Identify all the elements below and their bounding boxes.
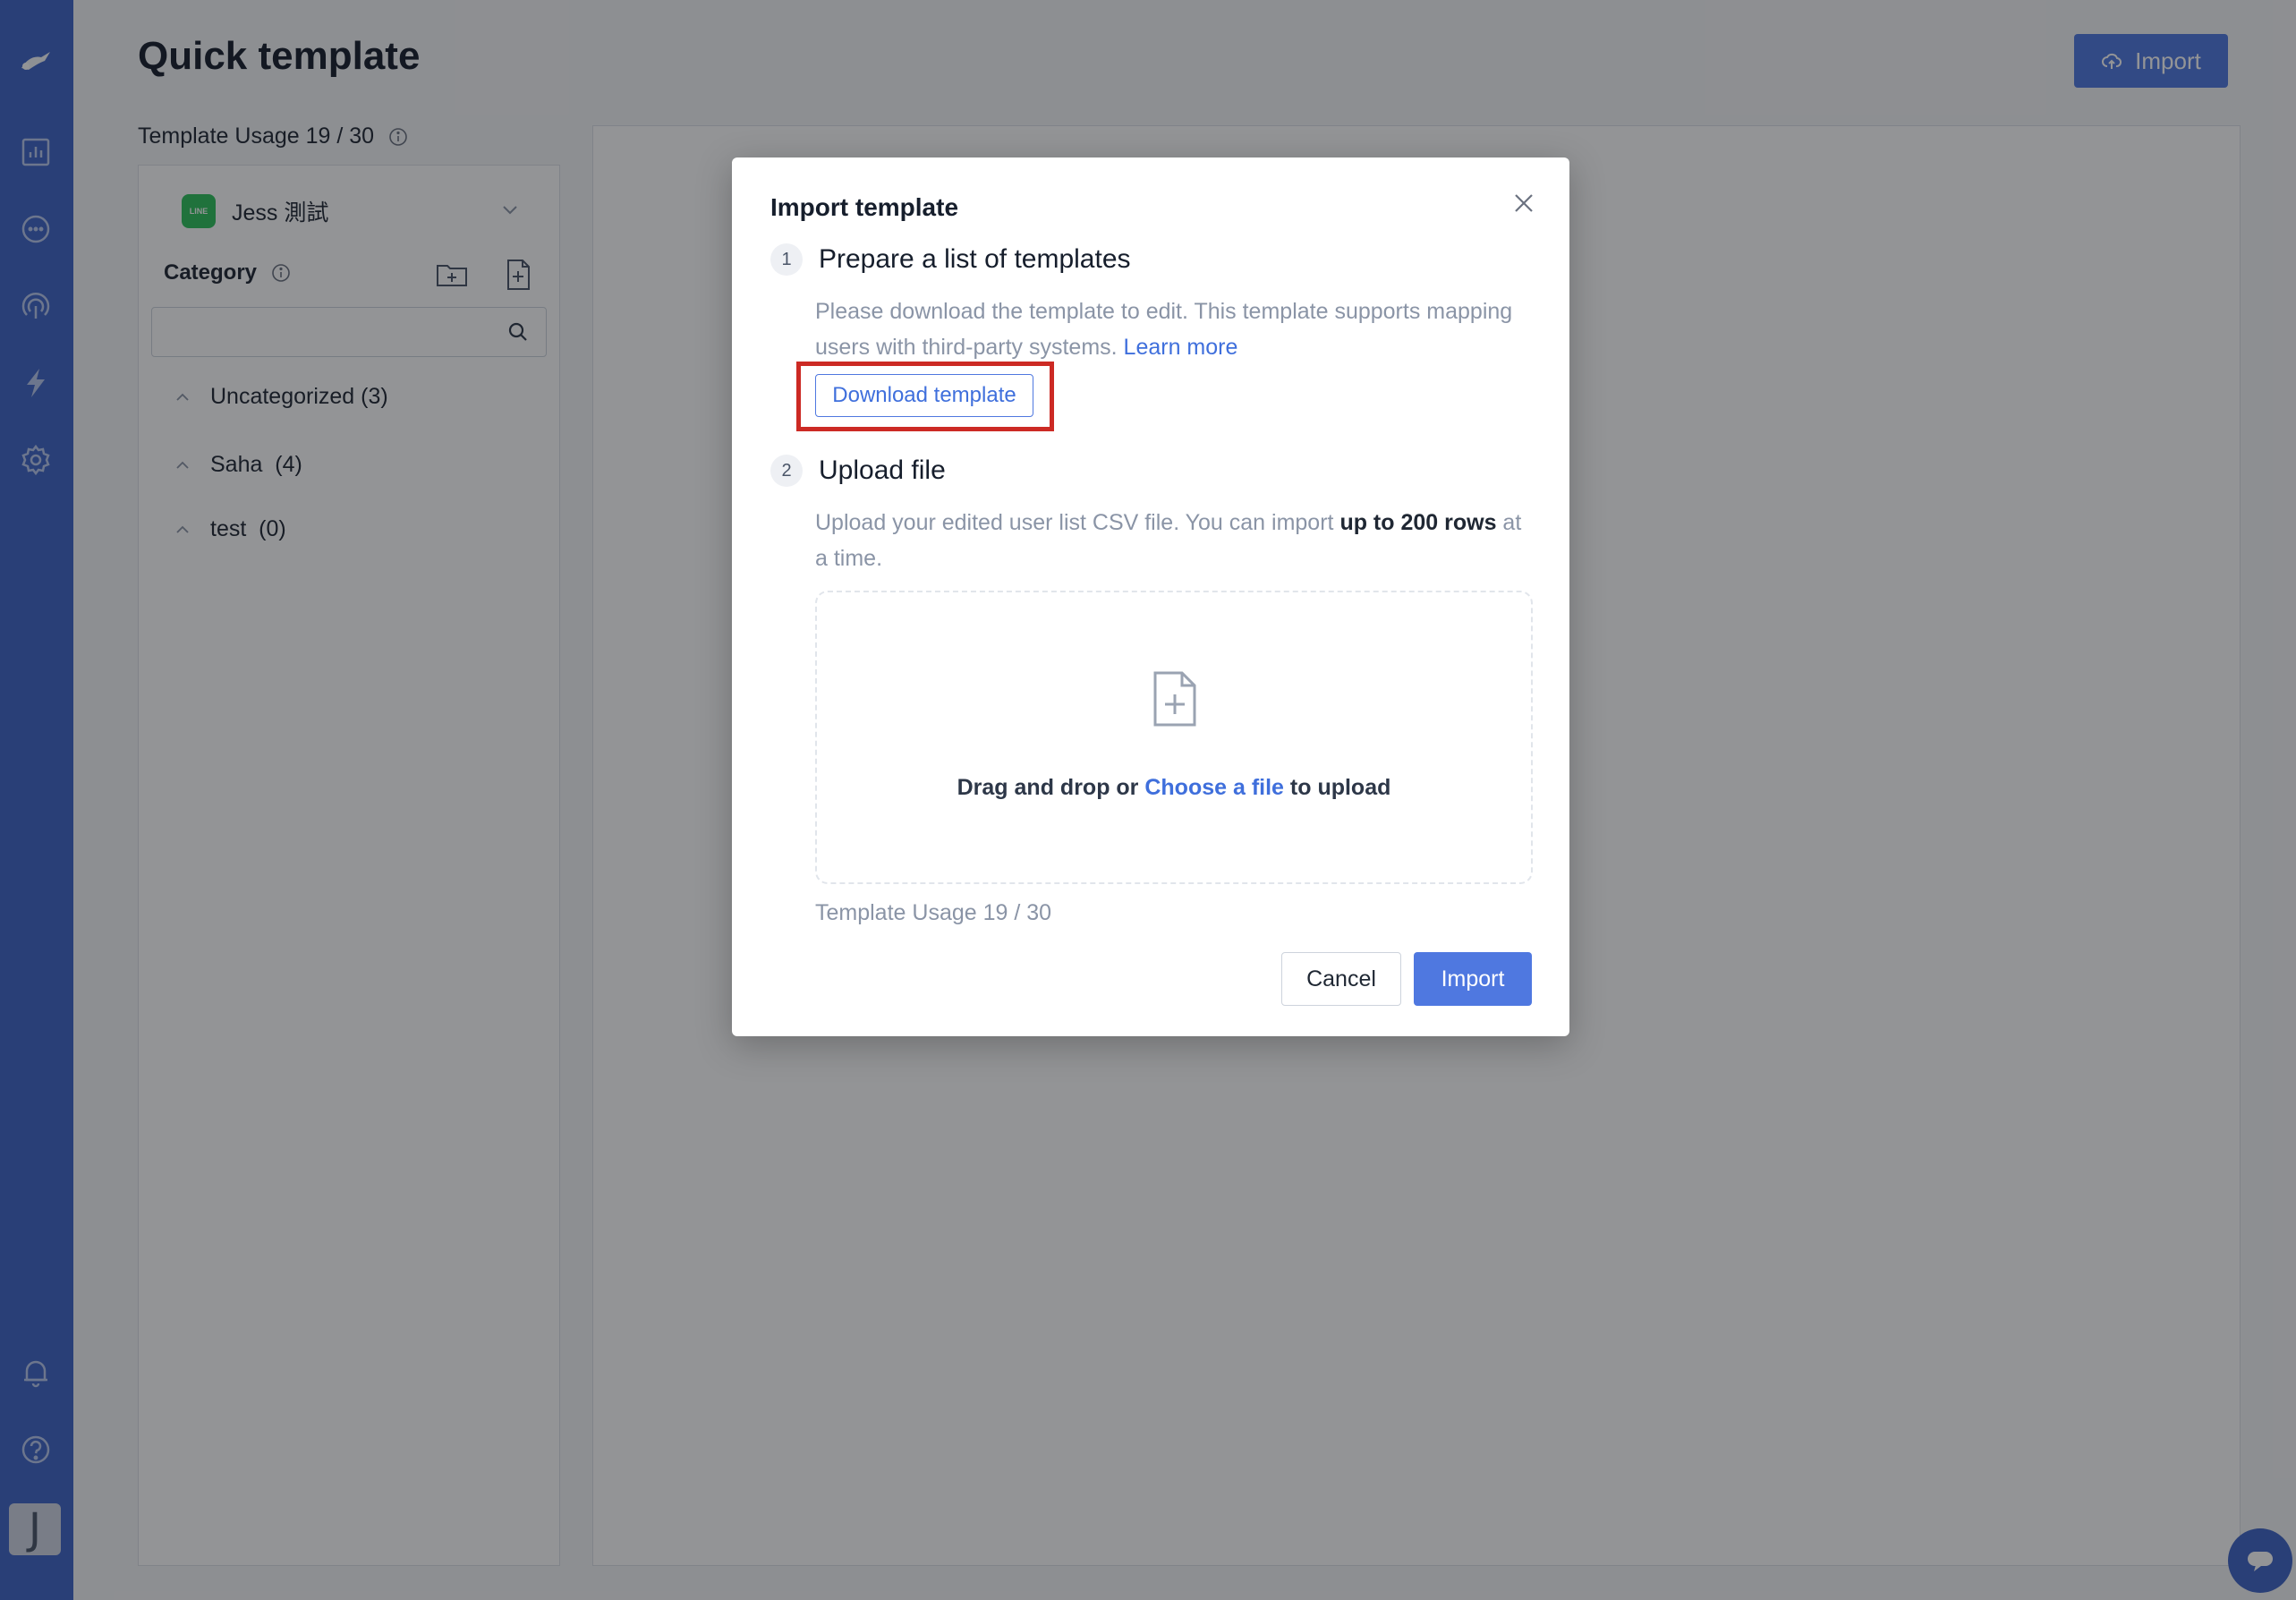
import-template-dialog: Import template 1 Prepare a list of temp… <box>732 157 1569 1036</box>
dropzone-text: Drag and drop or Choose a file to upload <box>817 775 1531 801</box>
file-dropzone[interactable]: Drag and drop or Choose a file to upload <box>815 591 1533 884</box>
learn-more-link[interactable]: Learn more <box>1124 335 1238 360</box>
dialog-title: Import template <box>770 193 959 221</box>
step-2-description: Upload your edited user list CSV file. Y… <box>815 505 1540 576</box>
dropzone-text-start: Drag and drop or <box>957 775 1145 800</box>
step-1-description: Please download the template to edit. Th… <box>815 294 1540 365</box>
dropzone-text-end: to upload <box>1283 775 1391 800</box>
step-2-header: 2 Upload file <box>770 455 946 487</box>
dialog-template-usage: Template Usage 19 / 30 <box>815 900 1052 925</box>
step-number: 2 <box>770 455 803 487</box>
step-title: Prepare a list of templates <box>819 244 1131 274</box>
download-template-button[interactable]: Download template <box>815 374 1033 417</box>
step-2-text: Upload your edited user list CSV file. Y… <box>815 510 1340 535</box>
step-number: 1 <box>770 243 803 276</box>
confirm-import-button[interactable]: Import <box>1414 952 1532 1006</box>
step-1-header: 1 Prepare a list of templates <box>770 243 1131 276</box>
row-limit-text: up to 200 rows <box>1339 510 1497 535</box>
file-plus-icon <box>1153 671 1196 727</box>
step-title: Upload file <box>819 455 946 485</box>
cancel-button[interactable]: Cancel <box>1281 952 1401 1006</box>
close-icon[interactable] <box>1509 188 1539 218</box>
choose-file-link[interactable]: Choose a file <box>1144 775 1284 800</box>
